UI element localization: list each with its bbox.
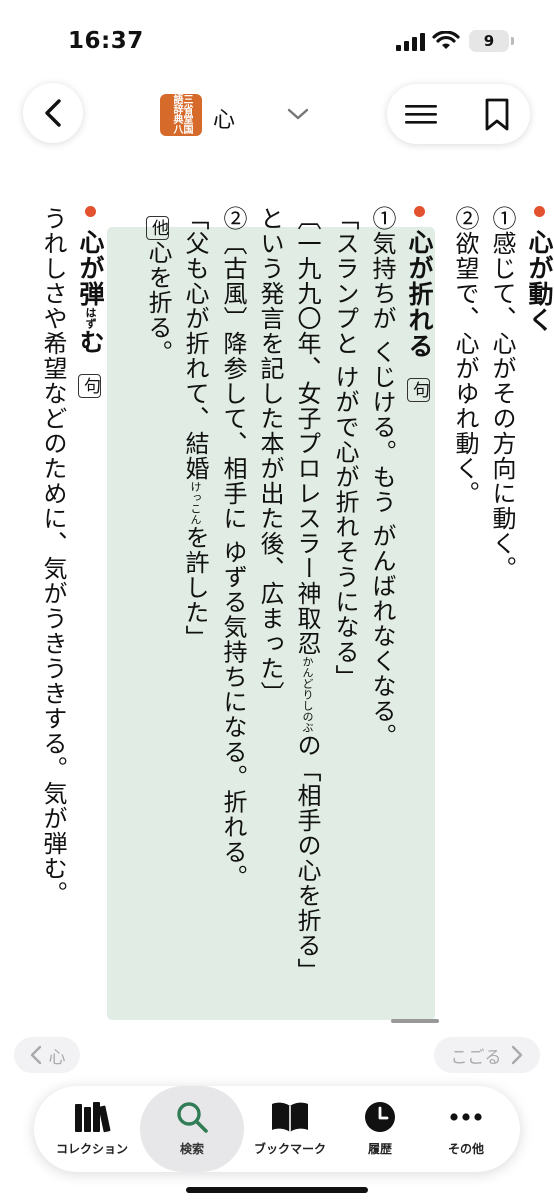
entry-kokoro-ga-hazumu[interactable]: 心が弾はずむ 句 うれしさや希望などのために、気がうきうきする。気が弾む。 bbox=[9, 206, 109, 1006]
cellular-signal-icon bbox=[396, 33, 425, 51]
chevron-down-icon[interactable] bbox=[286, 106, 310, 122]
home-indicator bbox=[186, 1187, 368, 1193]
dictionary-content: 心が動く ①感じて、心がその方向に動く。 ②欲望で、心がゆれ動く。 心が折れる … bbox=[0, 200, 554, 1020]
entry-bullet bbox=[533, 206, 545, 217]
tab-bookmark[interactable]: ブックマーク bbox=[238, 1086, 342, 1172]
entry-definition: ①気持ちが くじける。もう がんばれなくなる。 bbox=[368, 206, 396, 749]
back-button[interactable] bbox=[23, 83, 83, 143]
next-entry-button[interactable]: こごる bbox=[434, 1037, 540, 1073]
wifi-icon bbox=[432, 31, 460, 49]
status-bar: 16:37 9 bbox=[0, 0, 554, 80]
entry-kokoro-ga-oreru[interactable]: 心が折れる 句 ①気持ちが くじける。もう がんばれなくなる。 「スランプと け… bbox=[118, 206, 438, 1006]
phrase-tag: 句 bbox=[78, 373, 101, 398]
entry-kokoro-ga-ugoku[interactable]: 心が動く ①感じて、心がその方向に動く。 ②欲望で、心がゆれ動く。 bbox=[451, 206, 554, 1006]
search-icon bbox=[177, 1102, 208, 1133]
chevron-right-icon bbox=[511, 1045, 522, 1065]
entry-example: 「父も心が折れて、結婚けっこんを許した」 bbox=[181, 206, 209, 650]
entry-bullet bbox=[413, 206, 425, 217]
entry-derivative: 心を折る。 bbox=[144, 240, 172, 365]
horizontal-scroll-indicator[interactable] bbox=[391, 1019, 439, 1023]
chevron-left-icon bbox=[30, 1045, 41, 1065]
books-icon bbox=[75, 1102, 111, 1133]
entry-note: という発言を記した本が出た後、広まった〕 bbox=[256, 206, 284, 706]
battery-indicator: 9 bbox=[469, 30, 514, 52]
more-icon bbox=[450, 1113, 482, 1121]
tab-more[interactable]: その他 bbox=[414, 1086, 518, 1172]
transitive-tag: 他 bbox=[146, 216, 169, 240]
chevron-left-icon bbox=[45, 99, 61, 127]
bookmark-icon[interactable] bbox=[484, 98, 510, 132]
previous-entry-button[interactable]: 心 bbox=[14, 1037, 80, 1073]
entry-headword: 心が弾はずむ bbox=[76, 229, 105, 355]
tab-collection[interactable]: コレクション bbox=[40, 1086, 144, 1172]
entry-example: 「スランプと けがで心が折れそうになる」 bbox=[331, 206, 359, 690]
open-book-icon bbox=[272, 1102, 308, 1132]
entry-definition: うれしさや希望などのために、気がうきうきする。気が弾む。 bbox=[39, 206, 67, 906]
header-actions bbox=[387, 84, 530, 144]
page-title[interactable]: 心 bbox=[213, 102, 235, 134]
status-time: 16:37 bbox=[68, 28, 144, 54]
menu-icon[interactable] bbox=[403, 103, 439, 125]
entry-headword: 心が動く bbox=[525, 229, 554, 333]
entry-definition: ②欲望で、心がゆれ動く。 bbox=[451, 206, 479, 506]
tab-search[interactable]: 検索 bbox=[140, 1086, 244, 1172]
tab-bar: コレクション 検索 ブックマーク 履歴 その他 bbox=[34, 1086, 520, 1172]
entry-definition: ①感じて、心がその方向に動く。 bbox=[488, 206, 516, 581]
entry-headword: 心が折れる bbox=[405, 229, 434, 359]
phrase-tag: 句 bbox=[407, 377, 430, 402]
clock-icon bbox=[365, 1102, 395, 1132]
entry-definition: ②〔古風〕降参して、相手に ゆずる気持ちになる。折れる。 bbox=[219, 206, 247, 890]
entry-bullet bbox=[84, 206, 96, 217]
dictionary-logo: 三省堂国語辞典八 bbox=[160, 94, 202, 136]
entry-note: 〔一九九〇年、女子プロレスラー神取忍かんどりしのぶの「相手の心を折る」 bbox=[293, 206, 321, 983]
